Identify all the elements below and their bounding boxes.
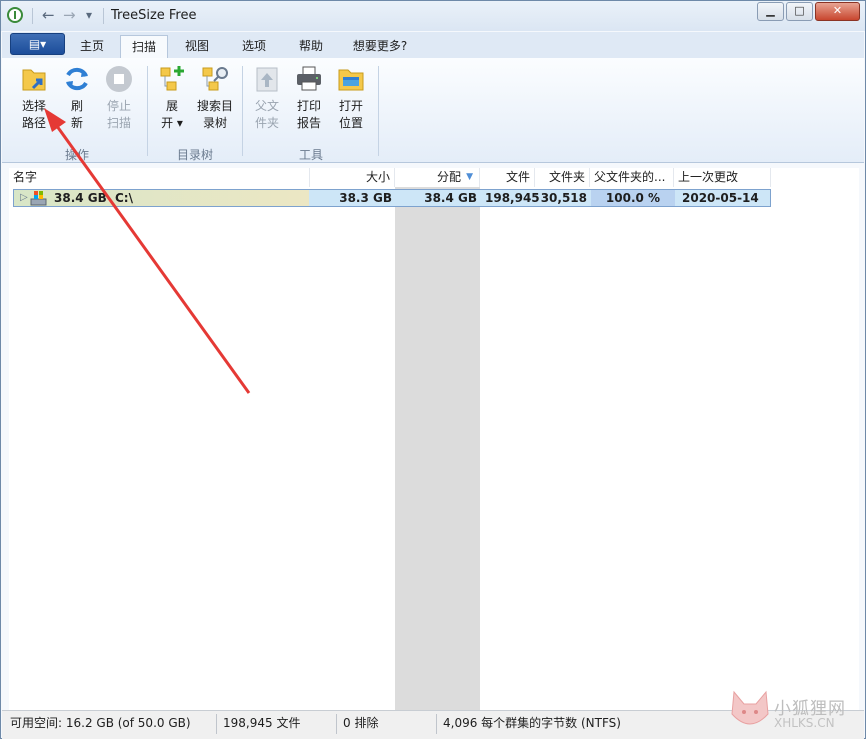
tab-scan[interactable]: 扫描 bbox=[120, 35, 168, 58]
app-menu-button[interactable]: ▤▾ bbox=[10, 33, 65, 55]
print-report-label-1: 打印 bbox=[296, 99, 321, 113]
group-separator bbox=[242, 66, 243, 156]
group-tools-label: 工具 bbox=[298, 148, 323, 162]
refresh-button[interactable]: 刷 新 bbox=[57, 64, 97, 132]
expand-label-1: 展 bbox=[165, 99, 178, 113]
open-location-button[interactable]: 打开 位置 bbox=[331, 64, 371, 132]
refresh-label-2: 新 bbox=[70, 116, 83, 130]
sort-descending-icon: ▼ bbox=[466, 172, 473, 182]
print-report-label-2: 报告 bbox=[296, 116, 321, 130]
allocated-column-shade bbox=[395, 187, 480, 710]
title-bar: ← → ▾ TreeSize Free ▁ □ ✕ bbox=[1, 1, 865, 31]
group-separator bbox=[378, 66, 379, 156]
stop-icon bbox=[106, 66, 132, 92]
ribbon-tab-row: ▤▾ 主页 扫描 视图 选项 帮助 想要更多? bbox=[2, 32, 864, 59]
parent-folder-button[interactable]: 父文 件夹 bbox=[247, 64, 287, 132]
tab-view[interactable]: 视图 bbox=[172, 35, 222, 58]
status-excluded: 0 排除 bbox=[343, 716, 379, 730]
row-allocated: 38.4 GB bbox=[424, 191, 477, 205]
group-operations-label: 操作 bbox=[64, 148, 89, 162]
group-tree-label: 目录树 bbox=[176, 148, 213, 162]
tab-home[interactable]: 主页 bbox=[68, 35, 116, 58]
title-separator bbox=[103, 8, 104, 24]
folder-select-icon bbox=[22, 69, 46, 91]
expand-label-2: 开 ▾ bbox=[161, 116, 183, 130]
group-separator bbox=[147, 66, 148, 156]
column-name[interactable]: 名字 bbox=[9, 168, 310, 187]
window-title: TreeSize Free bbox=[111, 8, 197, 23]
status-separator bbox=[216, 714, 217, 734]
open-location-label-1: 打开 bbox=[338, 99, 363, 113]
search-tree-icon bbox=[202, 67, 228, 91]
search-tree-label-2: 录树 bbox=[202, 116, 227, 130]
minimize-button[interactable]: ▁ bbox=[757, 2, 784, 21]
refresh-icon bbox=[66, 67, 88, 91]
printer-icon bbox=[297, 66, 321, 91]
tab-options[interactable]: 选项 bbox=[228, 35, 280, 58]
column-allocated[interactable]: 分配 ▼ bbox=[395, 168, 480, 187]
maximize-button[interactable]: □ bbox=[786, 2, 813, 21]
tab-want-more[interactable]: 想要更多? bbox=[342, 35, 418, 58]
qat-separator bbox=[32, 8, 33, 24]
ribbon-scan: 选择 路径 刷 新 停止 扫描 操作 展 开 ▾ 搜索目 录树 目录树 父文 件… bbox=[2, 58, 864, 163]
treesize-app-icon[interactable] bbox=[7, 7, 23, 23]
parent-folder-label-2: 件夹 bbox=[254, 116, 279, 130]
parent-folder-icon bbox=[256, 67, 278, 92]
expand-button[interactable]: 展 开 ▾ bbox=[152, 64, 192, 132]
status-free-space: 可用空间: 16.2 GB (of 50.0 GB) bbox=[10, 716, 191, 730]
print-report-button[interactable]: 打印 报告 bbox=[289, 64, 329, 132]
search-tree-button[interactable]: 搜索目 录树 bbox=[194, 64, 236, 132]
stop-scan-label-2: 扫描 bbox=[106, 116, 131, 130]
row-percent: 100.0 % bbox=[591, 190, 675, 206]
column-allocated-label: 分配 bbox=[436, 170, 461, 184]
qat-dropdown-icon[interactable]: ▾ bbox=[86, 7, 92, 23]
row-files: 198,945 bbox=[485, 191, 540, 205]
watermark-domain: XHLKS.CN bbox=[774, 716, 835, 730]
close-button[interactable]: ✕ bbox=[815, 2, 860, 21]
column-files[interactable]: 文件 bbox=[480, 168, 535, 187]
column-size[interactable]: 大小 bbox=[310, 168, 395, 187]
back-arrow-icon[interactable]: ← bbox=[42, 7, 55, 23]
stop-scan-label-1: 停止 bbox=[106, 99, 131, 113]
column-percent-parent[interactable]: 父文件夹的... bbox=[590, 168, 674, 187]
app-window: ← → ▾ TreeSize Free ▁ □ ✕ ▤▾ 主页 扫描 视图 选项… bbox=[0, 0, 866, 739]
status-separator bbox=[336, 714, 337, 734]
tab-help[interactable]: 帮助 bbox=[286, 35, 336, 58]
search-tree-label-1: 搜索目 bbox=[196, 99, 233, 113]
select-path-button[interactable]: 选择 路径 bbox=[14, 64, 54, 132]
status-file-count: 198,945 文件 bbox=[223, 716, 301, 730]
list-column-header: 名字 大小 分配 ▼ 文件 文件夹 父文件夹的... 上一次更改 bbox=[9, 168, 859, 188]
open-folder-icon bbox=[338, 69, 364, 91]
refresh-label-1: 刷 bbox=[70, 99, 83, 113]
column-last-modified[interactable]: 上一次更改 bbox=[674, 168, 771, 187]
row-name-size: 38.4 GB bbox=[54, 191, 107, 205]
table-row[interactable]: ▷ 38.4 GB C:\ 38.3 GB 38.4 GB 198,945 30… bbox=[13, 189, 771, 207]
column-folders[interactable]: 文件夹 bbox=[535, 168, 590, 187]
stop-scan-button[interactable]: 停止 扫描 bbox=[99, 64, 139, 132]
status-separator bbox=[436, 714, 437, 734]
select-path-label-2: 路径 bbox=[21, 116, 46, 130]
row-name: C:\ bbox=[115, 191, 133, 205]
parent-folder-label-1: 父文 bbox=[254, 99, 279, 113]
forward-arrow-icon[interactable]: → bbox=[63, 7, 76, 23]
directory-tree-list[interactable]: ▷ 38.4 GB C:\ 38.3 GB 38.4 GB 198,945 30… bbox=[9, 187, 859, 710]
row-modified: 2020-05-14 bbox=[682, 191, 759, 205]
row-folders: 30,518 bbox=[540, 191, 587, 205]
expand-tree-icon bbox=[160, 66, 184, 91]
fox-logo-icon bbox=[731, 690, 769, 725]
open-location-label-2: 位置 bbox=[338, 116, 363, 130]
status-cluster-size: 4,096 每个群集的字节数 (NTFS) bbox=[443, 716, 621, 730]
row-size: 38.3 GB bbox=[339, 191, 392, 205]
select-path-label-1: 选择 bbox=[21, 99, 46, 113]
drive-icon bbox=[30, 191, 47, 206]
